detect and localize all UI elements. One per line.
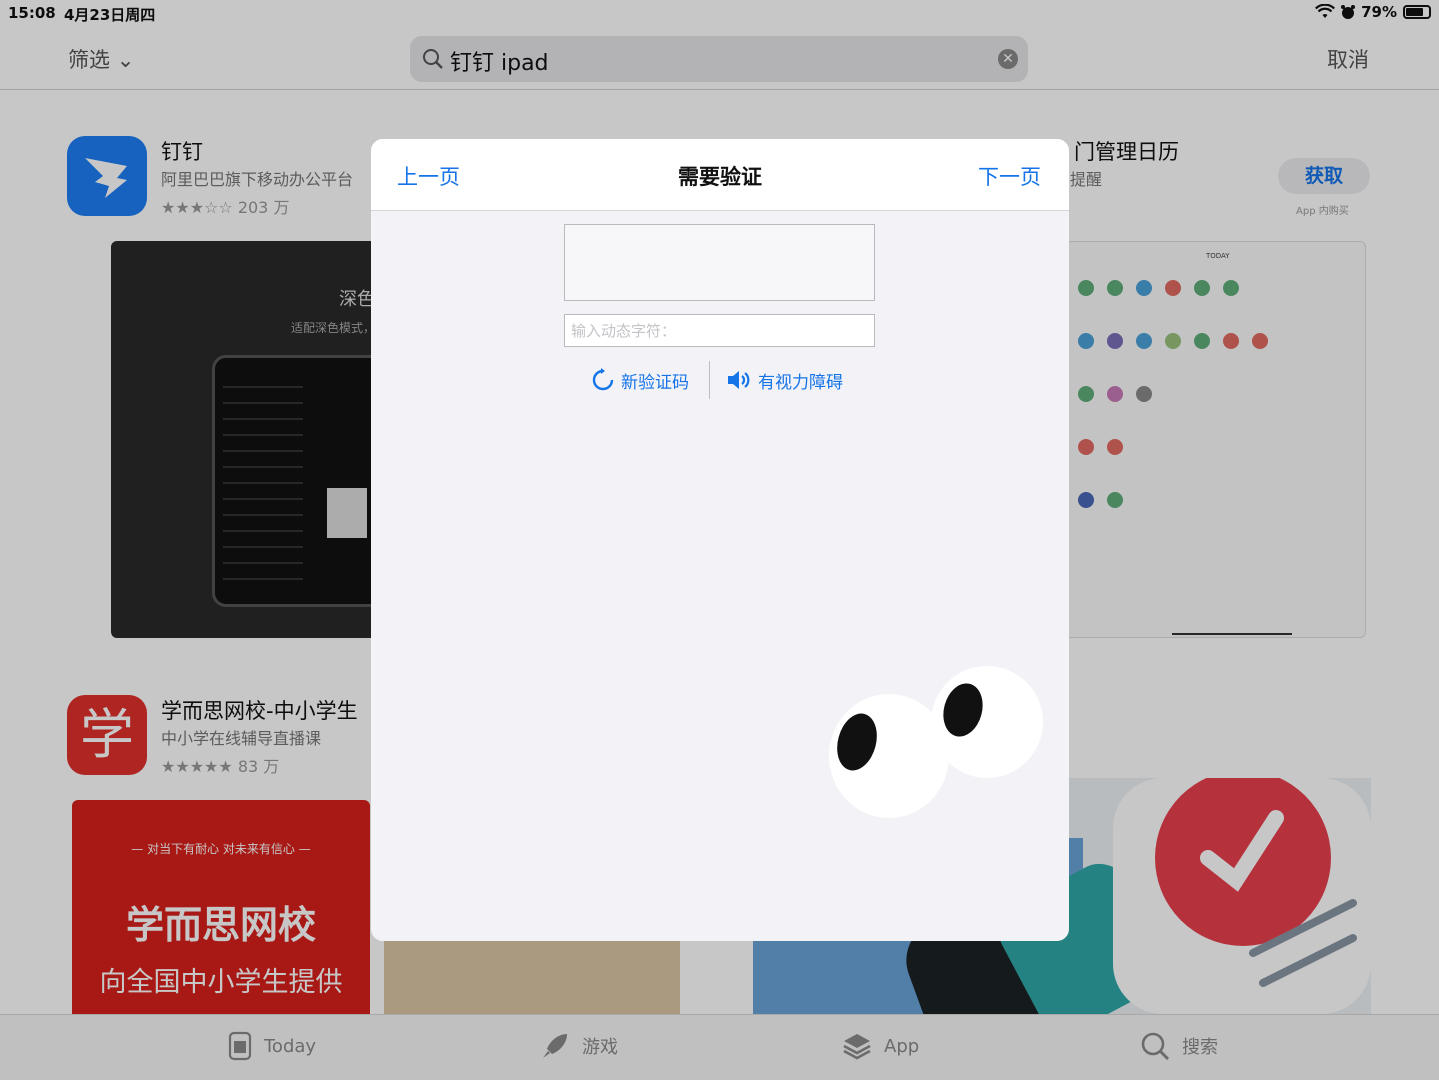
modal-title: 需要验证 bbox=[678, 165, 762, 189]
googly-eyes-icon bbox=[829, 666, 1043, 818]
captcha-input[interactable] bbox=[564, 314, 875, 347]
audio-label: 有视力障碍 bbox=[758, 372, 843, 393]
captcha-image bbox=[564, 224, 875, 301]
refresh-icon bbox=[592, 368, 614, 391]
audio-captcha-button[interactable]: 有视力障碍 bbox=[726, 368, 843, 393]
verification-modal: 上一页 需要验证 下一页 新验证码 有视力障碍 bbox=[371, 139, 1069, 941]
refresh-captcha-button[interactable]: 新验证码 bbox=[591, 368, 689, 393]
next-page-button[interactable]: 下一页 bbox=[978, 161, 1041, 191]
action-separator bbox=[709, 361, 710, 399]
speaker-icon bbox=[728, 371, 750, 389]
modal-navbar: 上一页 需要验证 下一页 bbox=[371, 139, 1069, 211]
refresh-label: 新验证码 bbox=[621, 372, 689, 393]
captcha-actions: 新验证码 有视力障碍 bbox=[591, 361, 843, 399]
